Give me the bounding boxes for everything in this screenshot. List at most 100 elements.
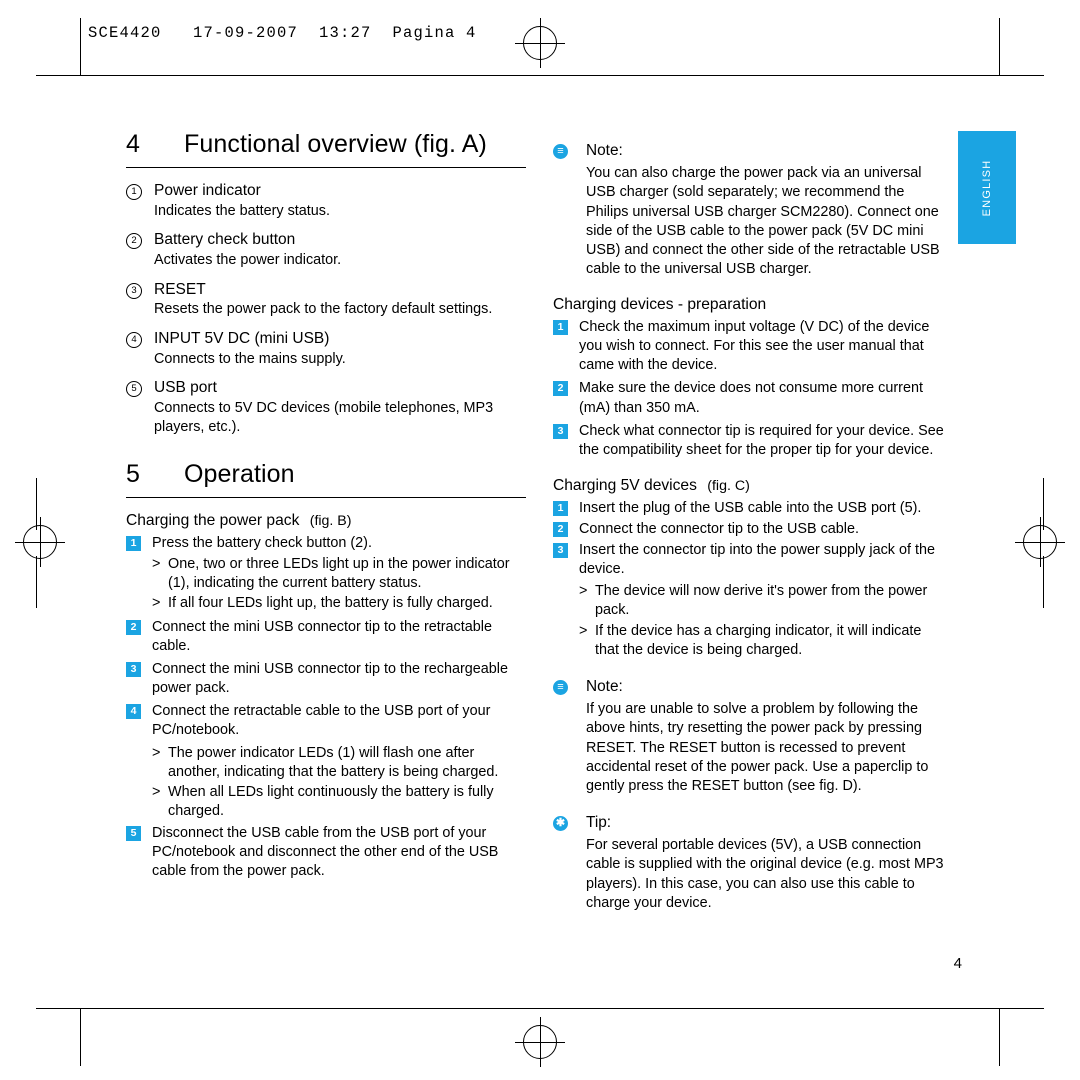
sub-step-marker: > bbox=[579, 583, 588, 600]
step-marker: 3 bbox=[553, 543, 568, 558]
step-text: Connect the mini USB connector tip to th… bbox=[152, 618, 492, 654]
list-item: 3 RESET Resets the power pack to the fac… bbox=[126, 281, 526, 319]
note-body-2: If you are unable to solve a problem by … bbox=[553, 700, 945, 796]
step-item: 2 Make sure the device does not consume … bbox=[553, 379, 945, 417]
figure-reference: (fig. C) bbox=[707, 477, 750, 494]
item-marker-1: 1 bbox=[126, 184, 142, 200]
note-text: If you are unable to solve a problem by … bbox=[586, 701, 929, 794]
item-description: Indicates the battery status. bbox=[154, 202, 330, 219]
item-title: USB port bbox=[154, 379, 217, 397]
sub-step-marker: > bbox=[152, 744, 161, 761]
section-5-number: 5 bbox=[126, 460, 141, 489]
tip-block: ✱ Tip: bbox=[553, 813, 945, 832]
note-block-1: ≡ Note: bbox=[553, 141, 945, 160]
note-text: You can also charge the power pack via a… bbox=[586, 165, 940, 278]
sub-step-item: > If the device has a charging indicator… bbox=[553, 622, 945, 660]
subheading-charging-5v-devices: Charging 5V devices (fig. C) bbox=[553, 477, 945, 496]
section-4-title: Functional overview (fig. A) bbox=[184, 130, 487, 158]
sub-step-text: If the device has a charging indicator, … bbox=[595, 622, 922, 658]
step-item: 1 Insert the plug of the USB cable into … bbox=[553, 499, 945, 518]
list-item: 2 Battery check button Activates the pow… bbox=[126, 231, 526, 269]
step-item: 1 Press the battery check button (2). bbox=[126, 534, 526, 553]
sub-step-text: If all four LEDs light up, the battery i… bbox=[168, 595, 493, 612]
step-marker: 5 bbox=[126, 826, 141, 842]
section-4-rule bbox=[126, 167, 526, 168]
step-item: 3 Check what connector tip is required f… bbox=[553, 422, 945, 460]
item-title: RESET bbox=[154, 280, 206, 298]
section-4-heading: 4 Functional overview (fig. A) bbox=[126, 130, 526, 167]
step-text: Insert the plug of the USB cable into th… bbox=[579, 499, 922, 516]
page-number: 4 bbox=[953, 955, 962, 972]
step-text: Connect the connector tip to the USB cab… bbox=[579, 520, 859, 537]
subheading-text: Charging the power pack bbox=[126, 512, 300, 530]
step-item: 1 Check the maximum input voltage (V DC)… bbox=[553, 318, 945, 375]
item-description: Connects to the mains supply. bbox=[154, 350, 346, 367]
item-description: Resets the power pack to the factory def… bbox=[154, 301, 493, 318]
step-marker: 2 bbox=[553, 381, 568, 397]
section-5-rule bbox=[126, 497, 526, 499]
step-marker: 2 bbox=[553, 521, 568, 537]
item-title: Power indicator bbox=[154, 182, 261, 199]
item-marker-5: 5 bbox=[126, 381, 142, 398]
subheading-text: Charging devices - preparation bbox=[553, 296, 767, 314]
item-title: Battery check button bbox=[154, 231, 296, 249]
note-title: Note: bbox=[586, 142, 623, 159]
step-item: 5 Disconnect the USB cable from the USB … bbox=[126, 824, 526, 881]
tip-title: Tip: bbox=[586, 813, 612, 831]
item-title: INPUT 5V DC (mini USB) bbox=[154, 329, 330, 347]
item-description: Activates the power indicator. bbox=[154, 251, 342, 268]
sub-step-item: > The power indicator LEDs (1) will flas… bbox=[126, 744, 526, 782]
step-marker: 4 bbox=[126, 704, 141, 720]
note-icon: ≡ bbox=[553, 144, 568, 159]
step-marker: 1 bbox=[553, 319, 568, 335]
step-marker: 3 bbox=[553, 423, 568, 439]
note-title: Note: bbox=[586, 677, 623, 695]
sub-step-marker: > bbox=[152, 556, 161, 573]
list-item: 4 INPUT 5V DC (mini USB) Connects to the… bbox=[126, 330, 526, 368]
sub-step-text: When all LEDs light continuously the bat… bbox=[168, 783, 494, 820]
item-marker-3: 3 bbox=[126, 282, 142, 299]
tip-text: For several portable devices (5V), a USB… bbox=[586, 837, 944, 911]
step-item: 2 Connect the connector tip to the USB c… bbox=[553, 520, 945, 539]
step-text: Disconnect the USB cable from the USB po… bbox=[152, 825, 499, 880]
step-text: Insert the connector tip into the power … bbox=[579, 542, 935, 578]
sub-step-item: > When all LEDs light continuously the b… bbox=[126, 783, 526, 821]
tip-body: For several portable devices (5V), a USB… bbox=[553, 836, 945, 913]
list-item: 1 Power indicator Indicates the battery … bbox=[126, 182, 526, 220]
sub-step-item: > One, two or three LEDs light up in the… bbox=[126, 555, 526, 593]
step-marker: 3 bbox=[126, 661, 141, 677]
item-marker-4: 4 bbox=[126, 331, 142, 348]
step-text: Make sure the device does not consume mo… bbox=[579, 380, 923, 416]
functional-overview-list: 1 Power indicator Indicates the battery … bbox=[126, 182, 526, 436]
step-text: Press the battery check button (2). bbox=[152, 534, 372, 551]
charging-power-pack-steps: 1 Press the battery check button (2). > … bbox=[126, 534, 526, 882]
section-5-title: Operation bbox=[184, 460, 295, 489]
step-marker: 1 bbox=[553, 500, 568, 516]
subheading-charging-power-pack: Charging the power pack (fig. B) bbox=[126, 512, 526, 531]
sub-step-item: > If all four LEDs light up, the battery… bbox=[126, 594, 526, 613]
tip-icon: ✱ bbox=[553, 815, 568, 831]
step-marker: 2 bbox=[126, 619, 141, 635]
note-body-1: You can also charge the power pack via a… bbox=[553, 164, 945, 279]
figure-reference: (fig. B) bbox=[309, 513, 352, 530]
right-column: ≡ Note: You can also charge the power pa… bbox=[553, 130, 945, 913]
list-item: 5 USB port Connects to 5V DC devices (mo… bbox=[126, 379, 526, 436]
note-block-2: ≡ Note: bbox=[553, 677, 945, 696]
sub-step-text: The power indicator LEDs (1) will flash … bbox=[168, 744, 499, 780]
note-icon: ≡ bbox=[553, 679, 568, 695]
step-text: Connect the retractable cable to the USB… bbox=[152, 703, 491, 739]
page-content: 4 Functional overview (fig. A) 1 Power in… bbox=[0, 0, 1080, 1080]
sub-step-marker: > bbox=[152, 595, 161, 612]
step-text: Check the maximum input voltage (V DC) o… bbox=[579, 318, 930, 374]
step-text: Check what connector tip is required for… bbox=[579, 422, 944, 458]
preparation-steps: 1 Check the maximum input voltage (V DC)… bbox=[553, 318, 945, 460]
step-text: Connect the mini USB connector tip to th… bbox=[152, 660, 508, 697]
charging-5v-steps: 1 Insert the plug of the USB cable into … bbox=[553, 499, 945, 660]
left-column: 4 Functional overview (fig. A) 1 Power in… bbox=[126, 130, 526, 884]
sub-step-text: The device will now derive it's power fr… bbox=[595, 583, 928, 619]
step-item: 2 Connect the mini USB connector tip to … bbox=[126, 618, 526, 656]
item-marker-2: 2 bbox=[126, 233, 142, 250]
step-item: 4 Connect the retractable cable to the U… bbox=[126, 702, 526, 740]
subheading-charging-devices-preparation: Charging devices - preparation bbox=[553, 296, 945, 315]
sub-step-text: One, two or three LEDs light up in the p… bbox=[168, 556, 510, 592]
